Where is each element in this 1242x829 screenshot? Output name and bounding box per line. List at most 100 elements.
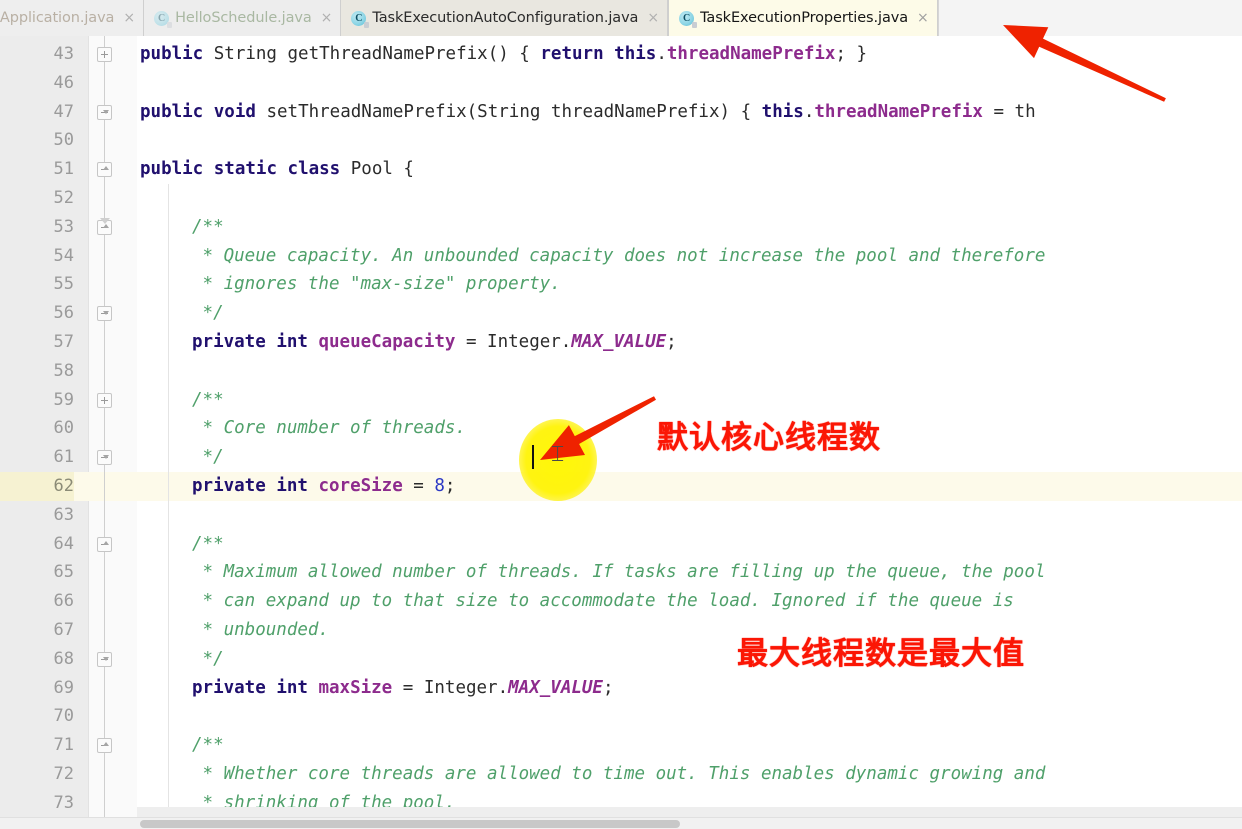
fold-collapse-icon[interactable] — [97, 738, 112, 754]
code-line-current[interactable]: 62 private int coreSize = 8; — [0, 472, 1242, 501]
code-token: maxSize — [318, 677, 393, 698]
code-token: = Integer. — [455, 332, 572, 352]
code-token: getThreadNamePrefix — [287, 44, 488, 64]
fold-expand-icon[interactable] — [97, 392, 112, 408]
code-text: */ — [192, 299, 224, 328]
code-token: = th — [982, 101, 1036, 122]
line-number: 56 — [53, 303, 74, 324]
code-line[interactable]: 67 * unbounded. — [0, 616, 1242, 645]
code-line[interactable]: 55 * ignores the "max-size" property. — [0, 270, 1242, 299]
fold-end-icon[interactable] — [97, 651, 112, 667]
code-line[interactable]: 46 — [0, 69, 1242, 98]
line-number: 53 — [53, 216, 74, 237]
fold-collapse-icon[interactable] — [97, 162, 112, 178]
code-line[interactable]: 65 * Maximum allowed number of threads. … — [0, 558, 1242, 587]
code-line[interactable]: 53 /** — [0, 213, 1242, 242]
fold-expand-icon[interactable] — [97, 47, 112, 62]
close-icon[interactable]: × — [644, 11, 659, 25]
code-token: */ — [192, 447, 224, 468]
horizontal-scrollbar-thumb[interactable] — [140, 820, 680, 828]
code-token: /** — [192, 389, 224, 410]
code-text: */ — [192, 645, 224, 674]
code-token: threadNamePrefix — [666, 44, 836, 64]
horizontal-scrollbar[interactable] — [0, 817, 1242, 829]
code-token: ; } — [835, 44, 868, 64]
line-number: 59 — [53, 389, 74, 410]
code-text: * can expand up to that size to accommod… — [192, 587, 1014, 616]
code-line[interactable]: 56 */ — [0, 299, 1242, 328]
code-text: * unbounded. — [192, 616, 329, 645]
code-line[interactable]: 52 — [0, 184, 1242, 213]
code-token: setThreadNamePrefix(String threadNamePre… — [255, 101, 762, 122]
code-line[interactable]: 68 */ — [0, 645, 1242, 674]
fold-collapse-icon[interactable] — [97, 536, 112, 552]
code-lines-container[interactable]: 43 public String getThreadNamePrefix() { … — [0, 36, 1242, 829]
close-icon[interactable]: × — [120, 11, 135, 25]
line-number: 66 — [53, 591, 74, 612]
fold-region-tip — [100, 217, 110, 224]
fold-end-icon[interactable] — [97, 450, 112, 466]
code-line[interactable]: 59 /** — [0, 386, 1242, 415]
editor-tab[interactable]: C TaskExecutionAutoConfiguration.java × — [341, 0, 669, 36]
line-number: 47 — [53, 101, 74, 122]
code-token: /** — [192, 735, 224, 756]
code-token: coreSize — [318, 476, 403, 496]
line-number: 52 — [53, 188, 74, 208]
line-number: 58 — [53, 360, 74, 381]
close-icon[interactable]: × — [914, 11, 929, 25]
fold-end-icon[interactable] — [97, 306, 112, 322]
code-token: /** — [192, 216, 224, 237]
code-line[interactable]: 57 private int queueCapacity = Integer.MA… — [0, 328, 1242, 357]
code-line[interactable]: 54 * Queue capacity. An unbounded capaci… — [0, 242, 1242, 271]
code-token: = — [402, 476, 435, 496]
code-line[interactable]: 61 */ — [0, 443, 1242, 472]
code-token: public — [140, 44, 204, 64]
editor-tab[interactable]: C HelloSchedule.java × — [144, 0, 342, 36]
fold-region-rail — [104, 465, 105, 537]
tab-bar-empty-area — [937, 0, 1242, 36]
fold-region-rail — [104, 321, 105, 393]
line-number: 68 — [53, 648, 74, 669]
code-text: /** — [192, 731, 224, 760]
code-line[interactable]: 70 — [0, 702, 1242, 731]
code-line[interactable]: 66 * can expand up to that size to accom… — [0, 587, 1242, 616]
code-token: * can expand up to that size to accommod… — [192, 591, 1014, 612]
code-text: public static class Pool { — [140, 155, 414, 184]
editor-tab[interactable]: C TaskExecutionProperties.java × — [668, 0, 938, 36]
code-token: 8 — [434, 476, 445, 496]
editor-tab-label: lApplication.java — [0, 10, 115, 26]
editor-tab[interactable]: lApplication.java × — [0, 0, 145, 36]
code-editor[interactable]: 43 public String getThreadNamePrefix() { … — [0, 36, 1242, 829]
code-token: static — [213, 159, 277, 180]
code-line[interactable]: 50 — [0, 126, 1242, 155]
code-token: () { — [487, 44, 541, 64]
line-number: 60 — [53, 418, 74, 439]
code-token: private — [192, 677, 266, 698]
code-line[interactable]: 64 /** — [0, 530, 1242, 559]
code-token: ; — [444, 476, 456, 496]
code-line[interactable]: 51 public static class Pool { — [0, 155, 1242, 184]
code-text: private int coreSize = 8; — [192, 472, 455, 501]
code-text: /** — [192, 386, 224, 415]
code-line[interactable]: 58 — [0, 357, 1242, 386]
java-class-icon: C — [351, 10, 370, 28]
code-line[interactable]: 60 * Core number of threads. — [0, 414, 1242, 443]
code-token: ; — [602, 677, 614, 698]
code-line[interactable]: 69 private int maxSize = Integer.MAX_VALU… — [0, 674, 1242, 703]
code-line[interactable]: 63 — [0, 501, 1242, 530]
fold-region-rail — [104, 551, 105, 652]
code-line[interactable]: 43 public String getThreadNamePrefix() { … — [0, 40, 1242, 69]
code-line[interactable]: 47 public void setThreadNamePrefix(String… — [0, 98, 1242, 127]
code-line[interactable]: 71 /** — [0, 731, 1242, 760]
code-text: private int queueCapacity = Integer.MAX_… — [192, 328, 677, 357]
code-line[interactable]: 72 * Whether core threads are allowed to… — [0, 760, 1242, 789]
fold-end-icon[interactable] — [97, 104, 112, 120]
close-icon[interactable]: × — [318, 11, 333, 25]
code-text: private int maxSize = Integer.MAX_VALUE; — [192, 674, 614, 703]
